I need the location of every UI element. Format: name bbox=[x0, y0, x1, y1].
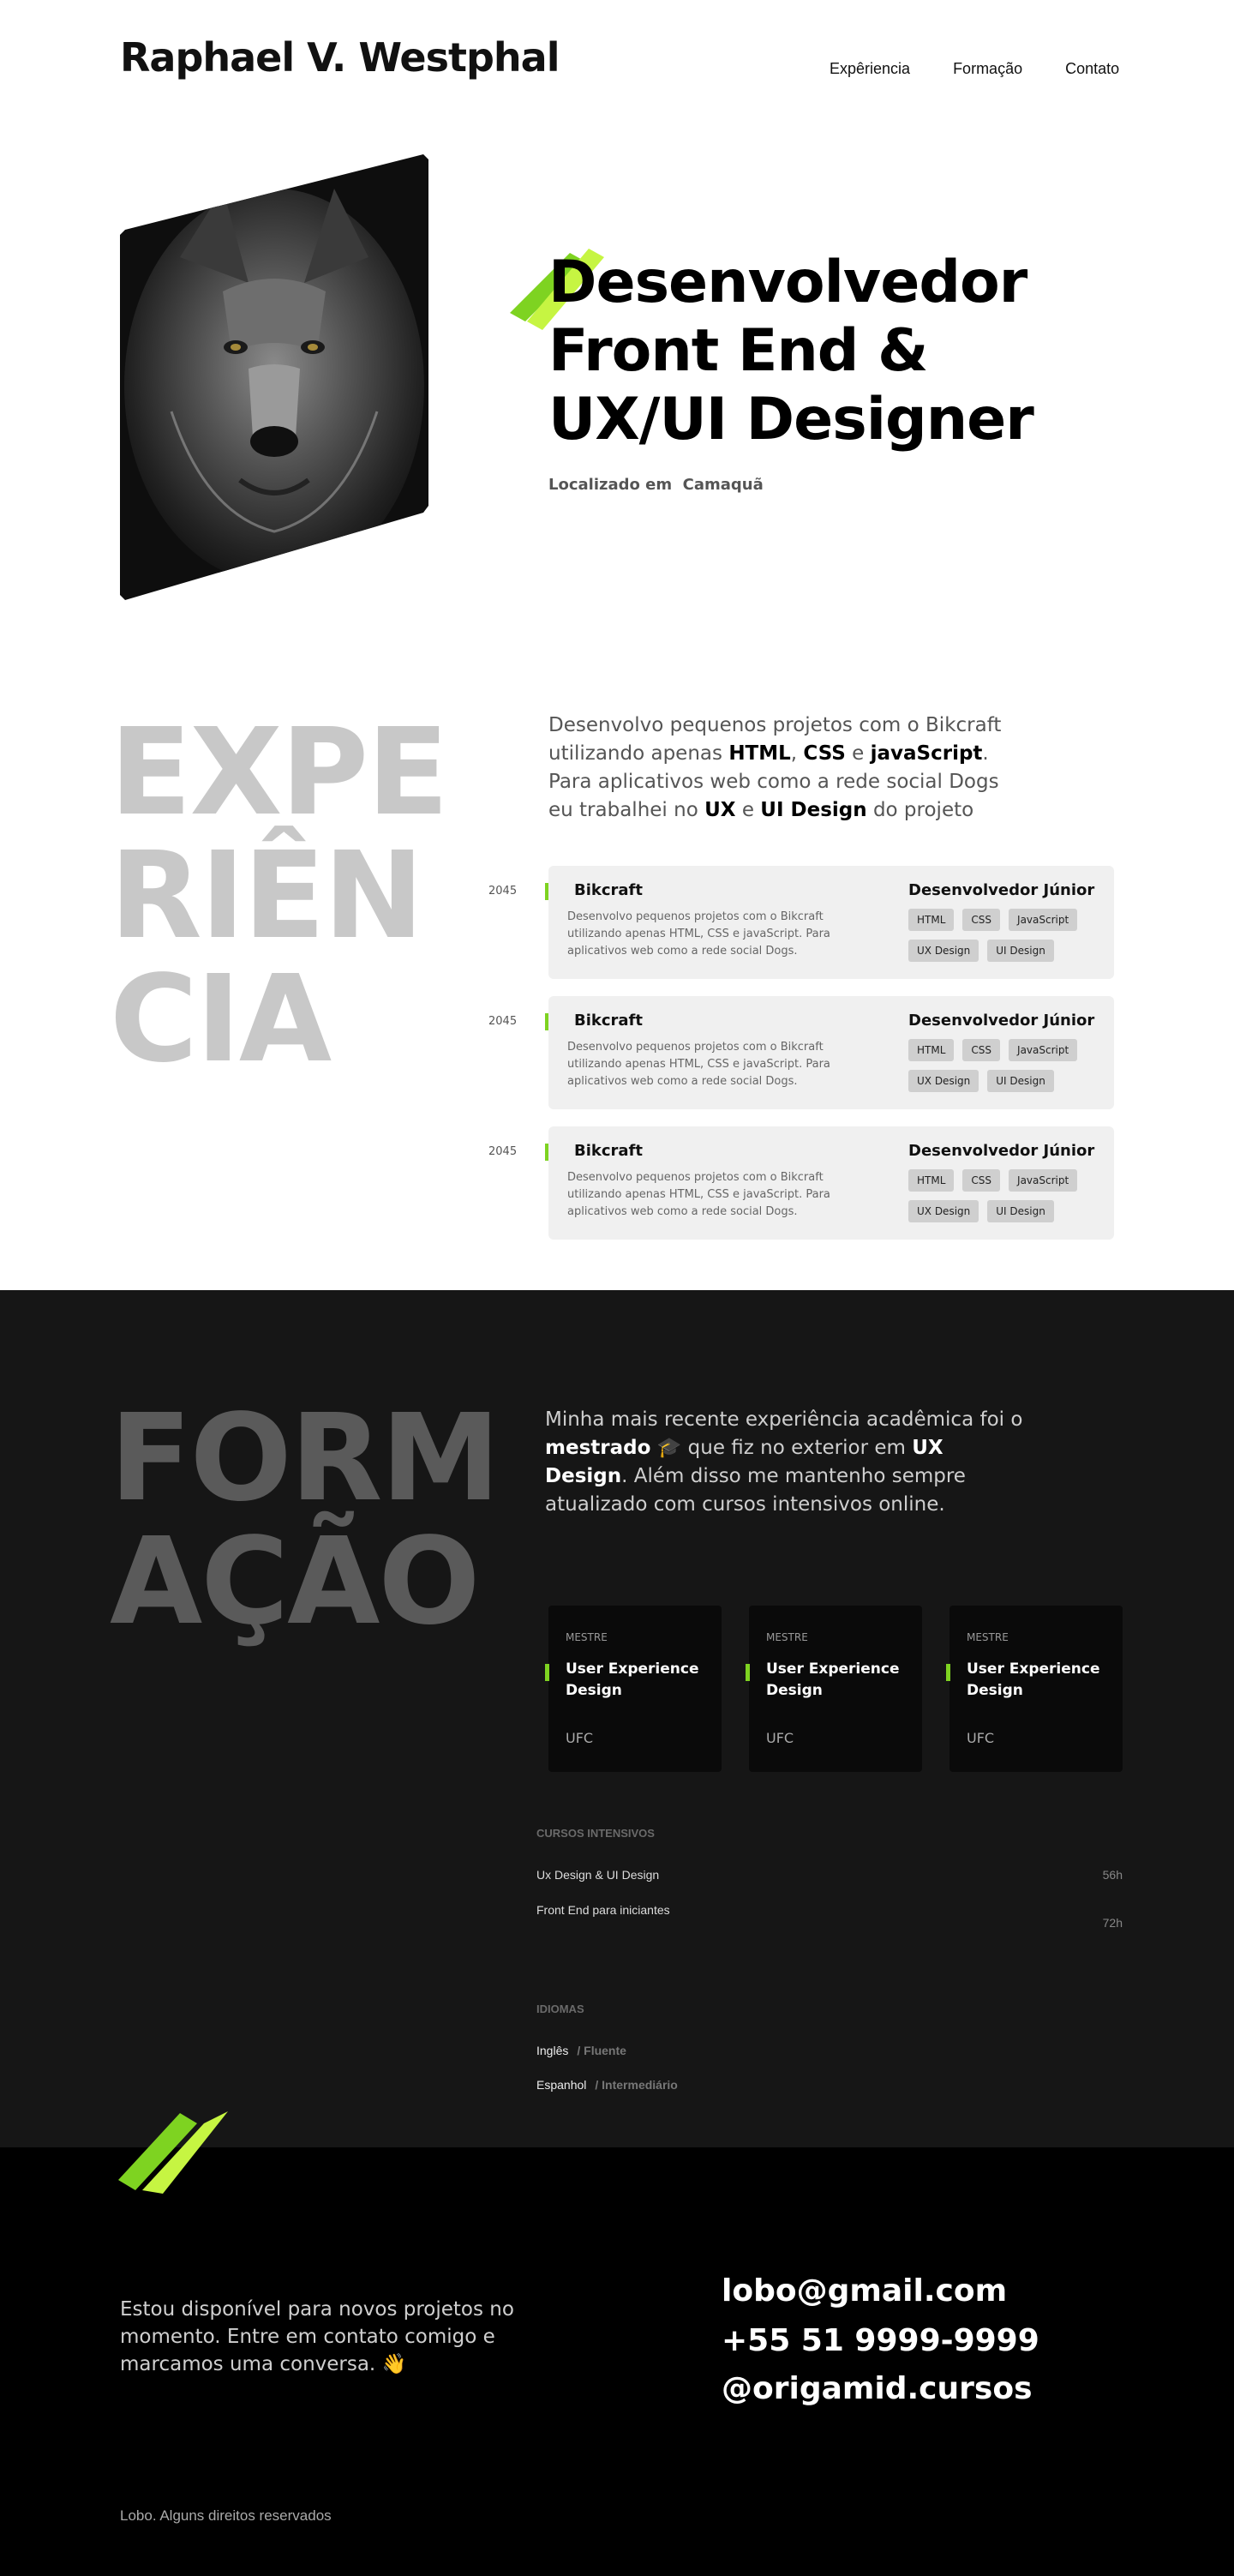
location-city: Camaquã bbox=[682, 476, 764, 494]
nav-formacao[interactable]: Formação bbox=[953, 60, 1022, 78]
tag: CSS bbox=[962, 1169, 1001, 1192]
languages-label: IDIOMAS bbox=[536, 2003, 584, 2015]
contact-social[interactable]: @origamid.cursos bbox=[722, 2371, 1033, 2406]
brand-logo[interactable]: Raphael V. Westphal bbox=[120, 34, 560, 81]
experience-description: Desenvolvo pequenos projetos com o Bikcr… bbox=[567, 910, 830, 958]
education-card: MESTRE User Experience Design UFC bbox=[946, 1606, 1123, 1772]
tag-list: HTML CSS JavaScript UX Design UI Design bbox=[908, 1039, 1114, 1092]
experience-card: Bikcraft Desenvolvo pequenos projetos co… bbox=[548, 996, 1114, 1109]
accent-stripes bbox=[118, 2111, 228, 2194]
tag-list: HTML CSS JavaScript UX Design UI Design bbox=[908, 1169, 1114, 1222]
education-level: MESTRE bbox=[766, 1631, 808, 1643]
tag: HTML bbox=[908, 1039, 955, 1061]
location: Localizado em Camaquã bbox=[548, 476, 764, 494]
experience-card: Bikcraft Desenvolvo pequenos projetos co… bbox=[548, 866, 1114, 979]
courses-label: CURSOS INTENSIVOS bbox=[536, 1827, 655, 1840]
tag: UX Design bbox=[908, 1200, 979, 1222]
wolf-photo bbox=[120, 154, 428, 600]
experience-company: Bikcraft bbox=[574, 1012, 643, 1030]
tag: UX Design bbox=[908, 940, 979, 962]
footer-text: Estou disponível para novos projetos no … bbox=[120, 2298, 514, 2375]
tag: HTML bbox=[908, 1169, 955, 1192]
tag: UX Design bbox=[908, 1070, 979, 1092]
education-institution: UFC bbox=[766, 1730, 794, 1746]
tag: CSS bbox=[962, 909, 1001, 931]
copyright: Lobo. Alguns direitos reservados bbox=[120, 2507, 332, 2524]
education-card: MESTRE User Experience Design UFC bbox=[746, 1606, 922, 1772]
hero-title: Desenvolvedor Front End & UX/UI Designer bbox=[548, 249, 1034, 453]
experience-heading: EXPE RIÊN CIA bbox=[110, 703, 449, 1090]
experience-company: Bikcraft bbox=[574, 1142, 643, 1160]
tag: CSS bbox=[962, 1039, 1001, 1061]
education-institution: UFC bbox=[566, 1730, 594, 1746]
tag: JavaScript bbox=[1009, 1039, 1078, 1061]
hero-title-block: Desenvolvedor Front End & UX/UI Designer bbox=[548, 249, 1034, 454]
course-hours: 72h bbox=[1102, 1916, 1123, 1930]
nav-experiencia[interactable]: Expêriencia bbox=[830, 60, 910, 78]
experience-company: Bikcraft bbox=[574, 881, 643, 899]
language-item: Espanhol / Intermediário bbox=[536, 2078, 678, 2092]
language-item: Inglês / Fluente bbox=[536, 2044, 626, 2057]
course-hours: 56h bbox=[1102, 1868, 1123, 1882]
education-heading: FORM AÇÃO bbox=[110, 1389, 500, 1652]
education-institution: UFC bbox=[967, 1730, 995, 1746]
education-title: User Experience Design bbox=[766, 1660, 900, 1699]
experience-role: Desenvolvedor Júnior bbox=[908, 881, 1095, 899]
education-card: MESTRE User Experience Design UFC bbox=[545, 1606, 722, 1772]
tag: HTML bbox=[908, 909, 955, 931]
tag: UI Design bbox=[987, 1200, 1054, 1222]
course-name: Ux Design & UI Design bbox=[536, 1868, 660, 1882]
experience-year: 2045 bbox=[488, 1015, 518, 1028]
experience-description: Desenvolvo pequenos projetos com o Bikcr… bbox=[567, 1041, 830, 1088]
experience-card: Bikcraft Desenvolvo pequenos projetos co… bbox=[548, 1126, 1114, 1240]
main-nav: Expêriencia Formação Contato bbox=[830, 60, 1162, 78]
experience-description: Desenvolvo pequenos projetos com o Bikcr… bbox=[567, 1171, 830, 1218]
education-title: User Experience Design bbox=[566, 1660, 699, 1699]
tag: UI Design bbox=[987, 940, 1054, 962]
tag-list: HTML CSS JavaScript UX Design UI Design bbox=[908, 909, 1114, 962]
tag: JavaScript bbox=[1009, 1169, 1078, 1192]
course-name: Front End para iniciantes bbox=[536, 1903, 670, 1917]
education-intro: Minha mais recente experiência acadêmica… bbox=[545, 1408, 1023, 1516]
education-title: User Experience Design bbox=[967, 1660, 1100, 1699]
contact-phone[interactable]: +55 51 9999-9999 bbox=[722, 2323, 1039, 2358]
accent-bar bbox=[946, 1664, 950, 1681]
experience-role: Desenvolvedor Júnior bbox=[908, 1142, 1095, 1160]
experience-year: 2045 bbox=[488, 885, 518, 898]
accent-bar bbox=[545, 1664, 549, 1681]
location-label: Localizado em bbox=[548, 476, 673, 494]
education-level: MESTRE bbox=[967, 1631, 1009, 1643]
contact-email[interactable]: lobo@gmail.com bbox=[722, 2273, 1007, 2309]
experience-intro: Desenvolvo pequenos projetos com o Bikcr… bbox=[548, 714, 1002, 821]
experience-year: 2045 bbox=[488, 1145, 518, 1158]
accent-bar bbox=[746, 1664, 750, 1681]
experience-role: Desenvolvedor Júnior bbox=[908, 1012, 1095, 1030]
tag: UI Design bbox=[987, 1070, 1054, 1092]
nav-contato[interactable]: Contato bbox=[1065, 60, 1119, 78]
education-level: MESTRE bbox=[566, 1631, 608, 1643]
tag: JavaScript bbox=[1009, 909, 1078, 931]
